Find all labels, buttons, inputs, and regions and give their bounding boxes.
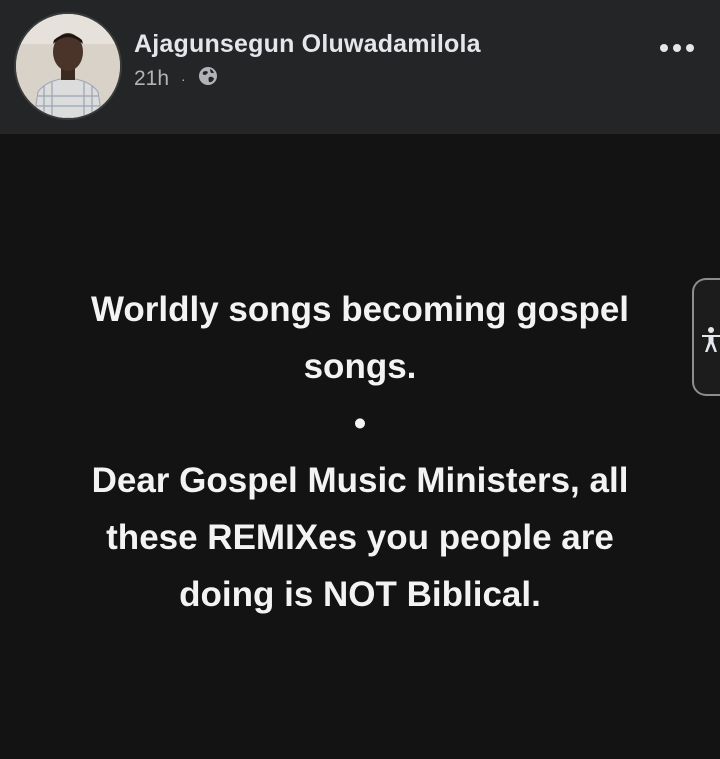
post-text: Worldly songs becoming gospel songs. • D… [30,281,690,623]
more-options-icon[interactable] [660,38,694,58]
accessibility-icon [702,327,720,352]
post-line: Worldly songs becoming gospel [90,290,630,329]
post-meta: 21h · [134,66,218,92]
meta-separator: · [181,71,186,87]
bullet-separator: • [353,404,367,443]
post-line: doing is NOT Biblical. [179,575,541,614]
accessibility-button[interactable] [692,278,720,396]
post-body: Worldly songs becoming gospel songs. • D… [0,134,720,759]
post-line: these REMIXes you people are [106,518,614,557]
globe-icon [198,66,218,92]
author-name[interactable]: Ajagunsegun Oluwadamilola [134,30,481,59]
post-line: Dear Gospel Music Ministers, all [91,461,629,500]
avatar[interactable] [16,14,120,118]
post-line: songs. [303,347,417,386]
post-time[interactable]: 21h [134,67,169,91]
post-header: Ajagunsegun Oluwadamilola 21h · [0,0,720,134]
